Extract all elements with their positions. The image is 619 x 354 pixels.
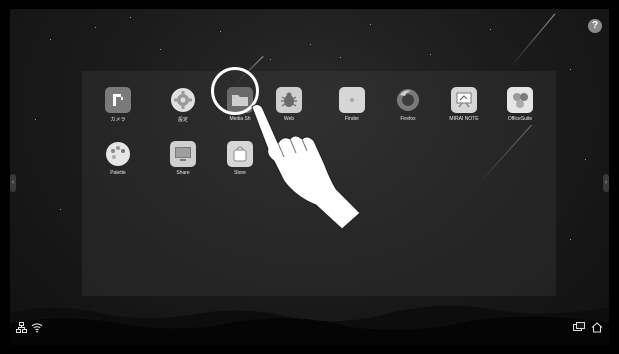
status-right [573, 320, 603, 338]
wifi-icon[interactable] [31, 320, 43, 338]
star [430, 54, 431, 55]
star [95, 27, 96, 28]
app-label: OfficeSuite [507, 116, 533, 122]
home-icon[interactable] [591, 320, 603, 338]
app-label: 設定 [177, 117, 188, 123]
settings-gear-icon [170, 87, 196, 113]
app-share[interactable]: Share [163, 141, 203, 176]
app-label: Share [176, 170, 190, 176]
app-palette[interactable]: Palette [98, 141, 138, 176]
star [585, 159, 586, 160]
star [160, 49, 161, 50]
meteor-streak [509, 13, 556, 68]
app-camera[interactable]: カメラ [98, 87, 138, 123]
mountain-silhouette [10, 305, 609, 345]
star [50, 39, 51, 40]
app-label: MIRAI NOTE [449, 116, 479, 122]
left-edge-handle[interactable]: ‹ [10, 174, 16, 192]
app-label: カメラ [110, 117, 126, 123]
launcher-screen: カメラ 設定 Media Sh Web Finder Firefox MIRAI… [10, 9, 609, 345]
status-left [16, 320, 43, 338]
star [310, 44, 311, 45]
camera-icon [105, 87, 131, 113]
app-settings[interactable]: 設定 [163, 87, 203, 123]
screen-mirror-icon[interactable] [573, 320, 585, 338]
star [35, 119, 36, 120]
hexagons-icon [507, 87, 533, 113]
star [370, 24, 371, 25]
monitor-icon [170, 141, 196, 167]
star [570, 239, 571, 240]
palette-icon [105, 141, 131, 167]
firefox-icon [395, 87, 421, 113]
star [130, 17, 131, 18]
star [60, 209, 61, 210]
network-icon[interactable] [16, 320, 27, 338]
whiteboard-icon [451, 87, 477, 113]
app-label: Firefox [400, 116, 416, 122]
app-firefox[interactable]: Firefox [388, 87, 428, 122]
help-button[interactable]: ? [588, 19, 602, 33]
display-bezel: カメラ 設定 Media Sh Web Finder Firefox MIRAI… [0, 0, 619, 354]
pointing-hand-icon [251, 104, 361, 230]
star [340, 57, 341, 58]
app-mirai-note[interactable]: MIRAI NOTE [444, 87, 484, 122]
star [220, 31, 221, 32]
star [270, 59, 271, 60]
app-label: Palette [110, 170, 126, 176]
star [490, 29, 491, 30]
right-edge-handle[interactable]: › [603, 174, 609, 192]
star [570, 69, 571, 70]
app-officesuite[interactable]: OfficeSuite [500, 87, 540, 122]
